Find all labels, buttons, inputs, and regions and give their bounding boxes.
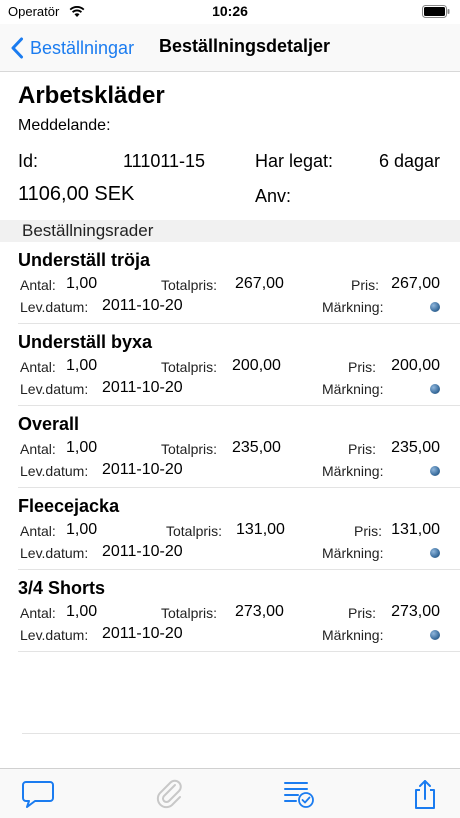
quantity-value: 1,00 xyxy=(66,439,98,456)
total-label: Totalpris: xyxy=(166,523,223,539)
quantity-label: Antal: xyxy=(20,441,56,457)
marking-label: Märkning: xyxy=(322,381,384,397)
back-label: Beställningar xyxy=(30,37,135,58)
total-label: Totalpris: xyxy=(161,277,218,293)
quantity-label: Antal: xyxy=(20,605,56,621)
price-value: 273,00 xyxy=(391,603,440,620)
quantity-label: Antal: xyxy=(20,277,56,293)
divider xyxy=(22,733,460,734)
quantity-label: Antal: xyxy=(20,359,56,375)
row-name: Overall xyxy=(18,414,80,434)
marking-indicator-icon xyxy=(430,466,440,476)
marking-label: Märkning: xyxy=(322,545,384,561)
legat-value: 6 dagar xyxy=(378,151,440,171)
total-label: Totalpris: xyxy=(161,605,218,621)
marking-indicator-icon xyxy=(430,302,440,312)
quantity-value: 1,00 xyxy=(66,521,98,538)
total-value: 131,00 xyxy=(236,521,285,538)
date-value: 2011-10-20 xyxy=(102,543,183,560)
page-title: Beställningsdetaljer xyxy=(159,36,331,56)
date-value: 2011-10-20 xyxy=(102,297,183,314)
battery-icon xyxy=(422,5,450,18)
marking-indicator-icon xyxy=(430,630,440,640)
message-label: Meddelande: xyxy=(18,117,111,134)
date-label: Lev.datum: xyxy=(20,299,89,315)
paperclip-icon xyxy=(156,779,182,809)
order-amount: 1106,00 SEK xyxy=(18,183,135,205)
status-bar: Operatör 10:26 xyxy=(0,0,460,24)
total-label: Totalpris: xyxy=(161,359,218,375)
order-row[interactable]: Underställ tröja Antal: 1,00 Totalpris: … xyxy=(18,242,460,324)
marking-label: Märkning: xyxy=(322,299,384,315)
quantity-value: 1,00 xyxy=(66,603,98,620)
section-header: Beställningsrader xyxy=(0,220,460,242)
list-check-icon[interactable] xyxy=(282,778,316,810)
user-label: Anv: xyxy=(255,186,292,206)
price-label: Pris: xyxy=(348,359,376,375)
share-icon[interactable] xyxy=(408,778,442,810)
marking-label: Märkning: xyxy=(322,627,384,643)
date-label: Lev.datum: xyxy=(20,463,89,479)
id-value: 111011-15 xyxy=(123,151,206,171)
date-value: 2011-10-20 xyxy=(102,379,183,396)
quantity-value: 1,00 xyxy=(66,357,98,374)
order-header: Arbetskläder Meddelande: Id: 111011-15 H… xyxy=(0,72,460,220)
row-name: Fleecejacka xyxy=(18,496,120,516)
row-name: Underställ byxa xyxy=(18,332,153,352)
date-value: 2011-10-20 xyxy=(102,625,183,642)
chat-bubble-icon[interactable] xyxy=(21,778,55,810)
total-value: 267,00 xyxy=(235,275,284,292)
price-label: Pris: xyxy=(354,523,382,539)
quantity-label: Antal: xyxy=(20,523,56,539)
price-label: Pris: xyxy=(348,441,376,457)
back-button[interactable]: Beställningar xyxy=(10,34,134,62)
bottom-toolbar xyxy=(0,768,460,818)
id-label: Id: xyxy=(18,151,39,171)
price-label: Pris: xyxy=(348,605,376,621)
date-label: Lev.datum: xyxy=(20,627,89,643)
row-name: Underställ tröja xyxy=(18,250,151,270)
date-value: 2011-10-20 xyxy=(102,461,183,478)
price-value: 131,00 xyxy=(391,521,440,538)
price-value: 200,00 xyxy=(391,357,440,374)
price-value: 235,00 xyxy=(391,439,440,456)
quantity-value: 1,00 xyxy=(66,275,98,292)
marking-indicator-icon xyxy=(430,548,440,558)
row-name: 3/4 Shorts xyxy=(18,578,106,598)
price-value: 267,00 xyxy=(391,275,440,292)
total-value: 235,00 xyxy=(232,439,281,456)
price-label: Pris: xyxy=(351,277,379,293)
navigation-bar: Beställningar Beställningsdetaljer xyxy=(0,24,460,72)
order-row[interactable]: 3/4 Shorts Antal: 1,00 Totalpris: 273,00… xyxy=(18,570,460,652)
total-value: 273,00 xyxy=(235,603,284,620)
legat-label: Har legat: xyxy=(255,151,334,171)
marking-indicator-icon xyxy=(430,384,440,394)
order-row[interactable]: Underställ byxa Antal: 1,00 Totalpris: 2… xyxy=(18,324,460,406)
order-row[interactable]: Fleecejacka Antal: 1,00 Totalpris: 131,0… xyxy=(18,488,460,570)
order-title: Arbetskläder xyxy=(18,82,165,109)
total-value: 200,00 xyxy=(232,357,281,374)
clock: 10:26 xyxy=(212,3,248,19)
date-label: Lev.datum: xyxy=(20,381,89,397)
order-rows-list: Underställ tröja Antal: 1,00 Totalpris: … xyxy=(0,242,460,652)
date-label: Lev.datum: xyxy=(20,545,89,561)
chevron-left-icon xyxy=(11,37,23,59)
order-row[interactable]: Overall Antal: 1,00 Totalpris: 235,00 Pr… xyxy=(18,406,460,488)
section-title: Beställningsrader xyxy=(22,221,154,240)
marking-label: Märkning: xyxy=(322,463,384,479)
total-label: Totalpris: xyxy=(161,441,218,457)
